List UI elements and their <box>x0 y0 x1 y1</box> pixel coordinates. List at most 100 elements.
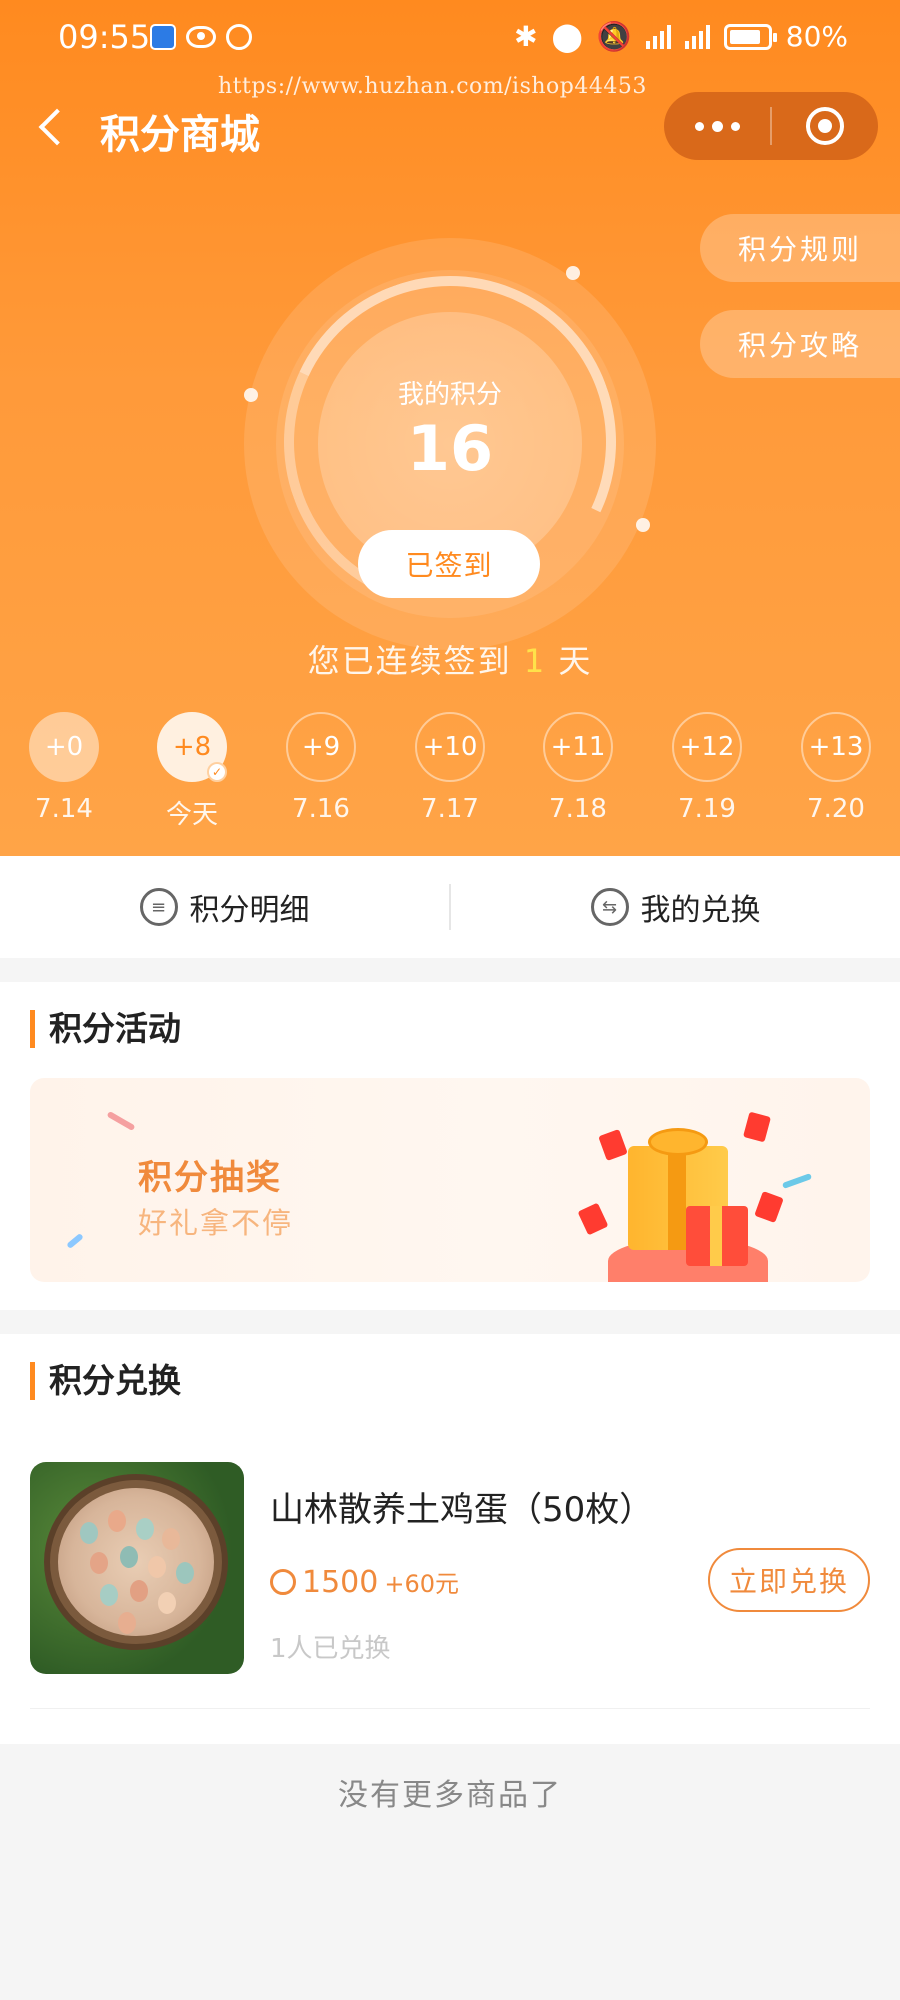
day-date: 7.17 <box>421 794 479 824</box>
egg <box>80 1522 98 1544</box>
streak-suffix: 天 <box>546 642 593 680</box>
sign-in-streak: 您已连续签到 1 天 <box>0 636 900 682</box>
exchange-icon: ⇆ <box>590 888 629 926</box>
tab-points-details[interactable]: ≡ 积分明细 <box>0 856 449 958</box>
day-bonus: +10 <box>415 712 485 782</box>
sign-in-day: +13 7.20 <box>786 712 886 824</box>
day-date: 7.20 <box>807 794 865 824</box>
egg <box>120 1546 138 1568</box>
gift-ribbon-small <box>710 1206 722 1266</box>
points-exchange-section: 积分兑换 山林散养土鸡蛋（50枚） 1500 +60元 1人已兑换 立即兑换 <box>0 1334 900 1744</box>
status-bar: 09:55 ✱ ⬤ 🔕 80% <box>0 0 900 80</box>
points-activity-section: 积分活动 积分抽奖 好礼拿不停 <box>0 982 900 1310</box>
target-icon <box>806 107 844 145</box>
price-cash: +60元 <box>384 1570 460 1598</box>
streak-prefix: 您已连续签到 <box>307 642 524 680</box>
day-date: 7.14 <box>35 794 93 824</box>
signed-in-button[interactable]: 已签到 <box>358 530 540 598</box>
egg <box>162 1528 180 1550</box>
section-title: 积分活动 <box>30 1010 181 1048</box>
egg <box>118 1612 136 1634</box>
status-time: 09:55 <box>58 18 151 56</box>
bluetooth-icon: ✱ <box>514 20 538 53</box>
day-bonus: +9 <box>286 712 356 782</box>
coins-icon: ≡ <box>139 888 178 926</box>
product-price: 1500 +60元 <box>270 1564 459 1600</box>
battery-percent: 80% <box>785 20 848 53</box>
alarm-icon <box>226 24 252 50</box>
status-icons-left <box>150 24 252 50</box>
coins-icon <box>270 1569 296 1595</box>
red-envelope-icon <box>577 1202 609 1236</box>
gift-bow <box>648 1128 708 1156</box>
more-dots-icon[interactable] <box>664 92 770 160</box>
close-miniapp-button[interactable] <box>772 92 878 160</box>
red-envelope-icon <box>598 1129 628 1161</box>
product-image <box>30 1462 244 1674</box>
day-date: 7.19 <box>678 794 736 824</box>
banner-title: 积分抽奖 <box>138 1158 282 1198</box>
egg <box>148 1556 166 1578</box>
banner-subtitle: 好礼拿不停 <box>138 1206 294 1240</box>
watermark-url: https://www.huzhan.com/ishop44453 <box>218 74 647 99</box>
location-icon: ⬤ <box>551 20 583 53</box>
price-points: 1500 <box>302 1565 379 1600</box>
day-date: 7.16 <box>292 794 350 824</box>
sign-in-day: +0 7.14 <box>14 712 114 824</box>
points-value: 16 <box>406 412 494 485</box>
tab-label: 积分明细 <box>189 893 310 928</box>
day-bonus: +13 <box>801 712 871 782</box>
points-tabs: ≡ 积分明细 ⇆ 我的兑换 <box>0 856 900 958</box>
egg <box>136 1518 154 1540</box>
egg <box>130 1580 148 1602</box>
egg <box>108 1510 126 1532</box>
day-date: 7.18 <box>549 794 607 824</box>
day-bonus: +12 <box>672 712 742 782</box>
sign-in-day-today: +8 ✓ 今天 <box>142 712 242 831</box>
egg <box>158 1592 176 1614</box>
confetti <box>106 1110 136 1132</box>
confetti <box>781 1173 813 1189</box>
product-card[interactable]: 山林散养土鸡蛋（50枚） 1500 +60元 1人已兑换 立即兑换 <box>30 1462 870 1674</box>
lottery-banner[interactable]: 积分抽奖 好礼拿不停 <box>30 1078 870 1282</box>
sign-in-day: +9 7.16 <box>271 712 371 824</box>
day-date: 今天 <box>165 800 218 830</box>
tab-label: 我的兑换 <box>640 893 761 928</box>
sign-in-day: +10 7.17 <box>400 712 500 824</box>
redeem-now-button[interactable]: 立即兑换 <box>708 1548 870 1612</box>
signal-icon <box>645 24 671 49</box>
egg <box>176 1562 194 1584</box>
back-icon[interactable] <box>30 100 74 156</box>
product-name: 山林散养土鸡蛋（50枚） <box>270 1490 654 1530</box>
gift-ribbon <box>668 1146 686 1250</box>
points-rules-button[interactable]: 积分规则 <box>700 214 900 282</box>
points-guide-button[interactable]: 积分攻略 <box>700 310 900 378</box>
day-bonus-today: +8 ✓ <box>157 712 227 782</box>
signal-icon-2 <box>684 24 710 49</box>
product-divider <box>30 1708 870 1709</box>
red-envelope-icon <box>754 1191 784 1223</box>
confetti <box>66 1232 84 1250</box>
ring-dot <box>566 266 580 280</box>
status-icons-right: ✱ ⬤ 🔕 80% <box>514 20 848 53</box>
app-notification-icon <box>150 24 176 50</box>
battery-icon <box>723 23 777 50</box>
section-title: 积分兑换 <box>30 1362 181 1400</box>
no-more-items-text: 没有更多商品了 <box>338 1778 562 1813</box>
ring-dot <box>636 518 650 532</box>
tab-my-exchange[interactable]: ⇆ 我的兑换 <box>451 856 900 958</box>
egg <box>90 1552 108 1574</box>
red-envelope-icon <box>743 1111 771 1143</box>
eye-icon <box>186 26 216 48</box>
miniapp-capsule <box>664 92 878 160</box>
mute-icon: 🔕 <box>596 20 632 53</box>
sign-in-day: +11 7.18 <box>528 712 628 824</box>
egg <box>100 1584 118 1606</box>
check-icon: ✓ <box>207 762 227 782</box>
page-title: 积分商城 <box>100 112 260 158</box>
day-bonus: +0 <box>29 712 99 782</box>
points-header: 09:55 ✱ ⬤ 🔕 80% https://www.huzhan.com/i… <box>0 0 900 856</box>
day-bonus: +8 <box>172 732 212 762</box>
redeemed-count: 1人已兑换 <box>270 1634 391 1664</box>
points-label: 我的积分 <box>397 380 502 410</box>
